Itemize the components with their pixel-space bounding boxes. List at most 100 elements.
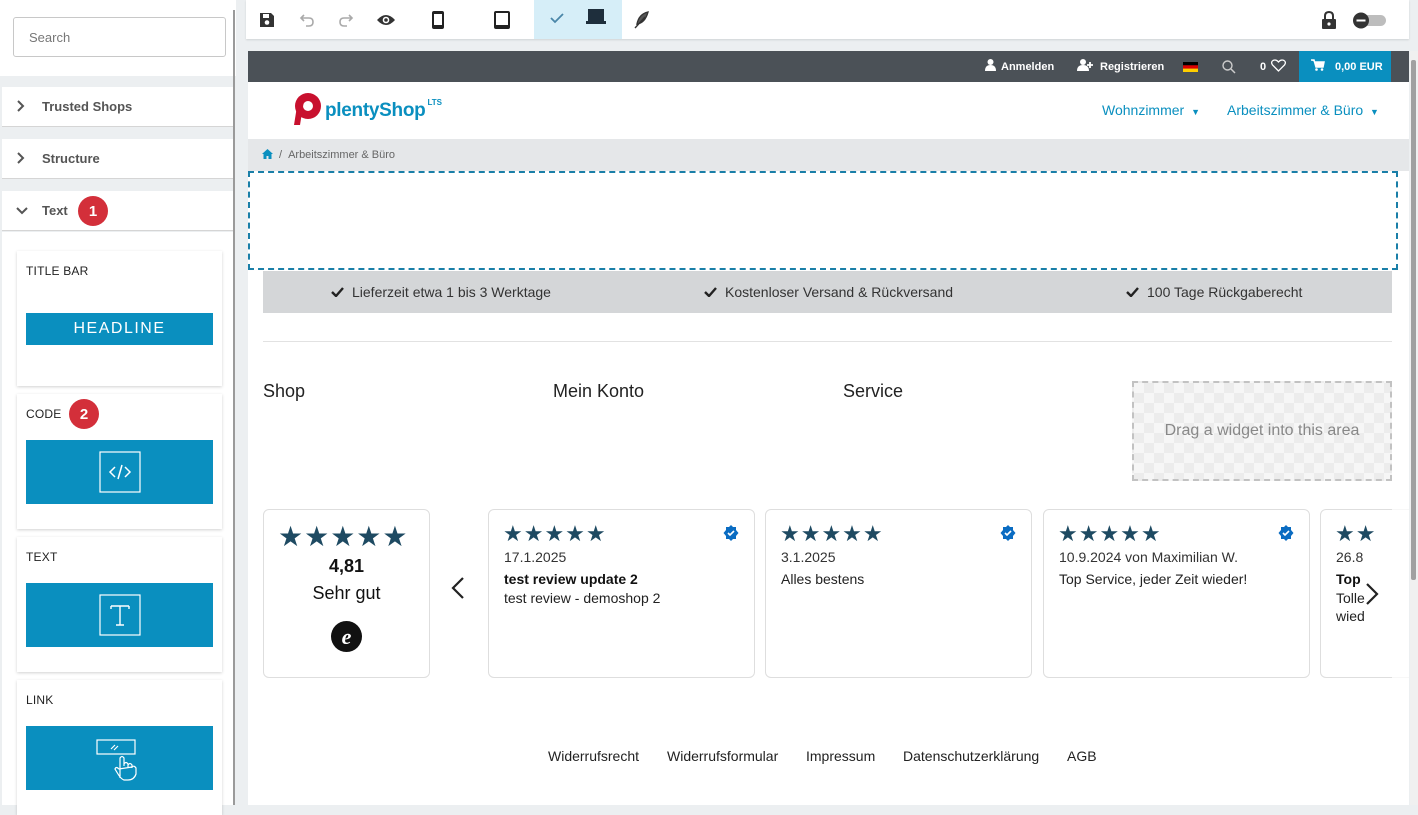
redo-icon[interactable] (335, 0, 357, 39)
widget-label: CODE (26, 407, 62, 421)
editor-toolbar (246, 0, 1409, 39)
chevron-right-icon (16, 151, 30, 167)
widget-title-bar[interactable]: TITLE BAR HEADLINE (17, 251, 222, 386)
wishlist-link[interactable]: 0 (1260, 51, 1287, 82)
desktop-icon (586, 9, 606, 30)
headline-icon: HEADLINE (26, 313, 213, 345)
nav-label: Wohnzimmer (1102, 102, 1185, 118)
search-container (0, 0, 236, 76)
footer-link-agb[interactable]: AGB (1067, 748, 1097, 764)
nav-label: Arbeitszimmer & Büro (1227, 102, 1364, 118)
shop-topbar: Anmelden Registrieren 0 0,00 EUR (248, 51, 1409, 82)
check-icon (1126, 284, 1139, 300)
home-icon[interactable] (262, 148, 273, 162)
footer-link-datenschutz[interactable]: Datenschutzerklärung (903, 748, 1039, 764)
feather-icon[interactable] (630, 0, 654, 39)
section-trusted-shops[interactable]: Trusted Shops (2, 87, 234, 127)
register-label: Registrieren (1100, 60, 1165, 73)
user-plus-icon (1077, 59, 1095, 74)
usp-text: Lieferzeit etwa 1 bis 3 Werktage (352, 284, 551, 300)
desktop-view-button[interactable] (534, 0, 622, 39)
review-card: ★★★★★ 10.9.2024 von Maximilian W. Top Se… (1043, 509, 1310, 678)
usp-text: Kostenloser Versand & Rückversand (725, 284, 954, 300)
chevron-right-icon (16, 99, 30, 115)
cart-button[interactable]: 0,00 EUR (1299, 51, 1391, 82)
widget-drop-area[interactable]: Drag a widget into this area (1132, 381, 1392, 481)
login-label: Anmelden (1001, 60, 1055, 73)
link-hand-icon (26, 726, 213, 790)
verified-icon (723, 525, 739, 546)
footer-link-impressum[interactable]: Impressum (806, 748, 875, 764)
toggle-switch[interactable] (1350, 0, 1390, 39)
footer-title-shop: Shop (263, 381, 306, 401)
usp-item: Lieferzeit etwa 1 bis 3 Werktage (331, 271, 551, 313)
logo-suffix: LTS (427, 98, 442, 107)
undo-icon[interactable] (296, 0, 318, 39)
widget-text[interactable]: TEXT (17, 537, 222, 672)
save-icon[interactable] (256, 0, 278, 39)
review-card: ★★★★★ 17.1.2025 test review update 2 tes… (488, 509, 755, 678)
logo-text: plentyShop (325, 100, 426, 121)
text-icon (26, 583, 213, 647)
review-text: Top Service, jeder Zeit wieder! (1059, 571, 1248, 587)
tablet-icon[interactable] (490, 0, 514, 39)
language-flag-de-icon[interactable] (1183, 51, 1198, 82)
chevron-down-icon (16, 203, 30, 219)
review-stars: ★★★★★ (1058, 521, 1162, 546)
usp-bar: Lieferzeit etwa 1 bis 3 Werktage Kostenl… (263, 271, 1392, 313)
shop-header: plentyShop LTS Wohnzimmer ▼ Arbeitszimme… (248, 82, 1409, 139)
code-icon (26, 440, 213, 504)
carousel-next-arrow[interactable] (1365, 582, 1379, 613)
usp-text: 100 Tage Rückgaberecht (1147, 284, 1303, 300)
review-card: ★★★★★ 3.1.2025 Alles bestens (765, 509, 1032, 678)
widget-label: LINK (26, 693, 54, 707)
plentyshop-logo[interactable]: plentyShop LTS (290, 92, 442, 131)
search-icon[interactable] (1222, 51, 1236, 82)
check-icon (550, 11, 564, 29)
phone-icon[interactable] (428, 0, 448, 39)
usp-item: Kostenloser Versand & Rückversand (704, 271, 953, 313)
footer-title-account: Mein Konto (553, 381, 645, 401)
section-label: Text (42, 203, 68, 218)
widget-label: TITLE BAR (26, 264, 89, 278)
check-icon (704, 284, 717, 300)
preview-scrollbar-thumb[interactable] (1411, 60, 1416, 580)
footer-title-service: Service (843, 381, 904, 401)
step-badge-1: 1 (78, 196, 108, 226)
review-stars: ★★★★★ (780, 521, 884, 546)
carousel-fade (1392, 509, 1409, 678)
carousel-prev-arrow[interactable] (451, 576, 465, 607)
nav-arbeitszimmer[interactable]: Arbeitszimmer & Büro ▼ (1227, 102, 1379, 118)
review-stars: ★★ (1335, 521, 1377, 546)
usp-item: 100 Tage Rückgaberecht (1126, 271, 1302, 313)
logo-mark-icon (290, 92, 322, 131)
register-link[interactable]: Registrieren (1077, 51, 1164, 82)
lock-icon[interactable] (1318, 0, 1340, 39)
verified-icon (1278, 525, 1294, 546)
heart-icon (1271, 58, 1287, 75)
review-date: 10.9.2024 von Maximilian W. (1059, 549, 1238, 565)
review-text: wied (1336, 608, 1365, 624)
sidebar-scrollbar[interactable] (233, 10, 235, 805)
user-icon (985, 59, 996, 74)
widget-code[interactable]: CODE (17, 394, 222, 529)
section-text[interactable]: Text (2, 191, 234, 231)
section-label: Trusted Shops (42, 99, 133, 114)
review-text: Tolle (1336, 590, 1365, 606)
section-structure[interactable]: Structure (2, 139, 234, 179)
review-date: 26.8 (1336, 549, 1364, 565)
search-input[interactable] (13, 17, 226, 57)
nav-wohnzimmer[interactable]: Wohnzimmer ▼ (1102, 102, 1200, 118)
rating-stars: ★★★★★ (278, 521, 409, 552)
widget-dropzone[interactable] (248, 171, 1398, 270)
verified-icon (1000, 525, 1016, 546)
eye-icon[interactable] (374, 0, 398, 39)
footer-link-widerrufsrecht[interactable]: Widerrufsrecht (548, 748, 639, 764)
widget-link[interactable]: LINK (17, 680, 222, 815)
review-text: test review - demoshop 2 (504, 590, 661, 606)
footer-link-widerrufsformular[interactable]: Widerrufsformular (667, 748, 778, 764)
caret-down-icon: ▼ (1370, 107, 1379, 117)
caret-down-icon: ▼ (1191, 107, 1201, 117)
login-link[interactable]: Anmelden (985, 51, 1054, 82)
review-stars: ★★★★★ (503, 521, 607, 546)
